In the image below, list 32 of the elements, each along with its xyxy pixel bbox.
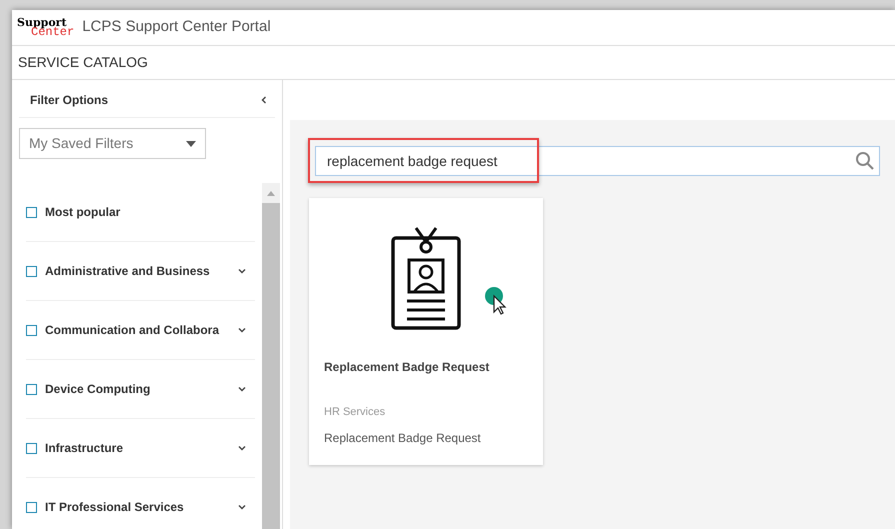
chevron-down-icon[interactable] <box>237 443 247 453</box>
category-filter[interactable]: Most popular <box>26 183 255 242</box>
scrollbar[interactable] <box>262 183 280 529</box>
checkbox[interactable] <box>26 384 37 394</box>
card-category: HR Services <box>324 405 386 420</box>
category-filter[interactable]: Device Computing <box>26 360 255 419</box>
category-filter[interactable]: Infrastructure <box>26 419 255 478</box>
chevron-down-icon[interactable] <box>237 384 247 394</box>
id-badge-icon <box>390 226 462 330</box>
category-filter[interactable]: Communication and Collabora <box>26 301 255 360</box>
category-filter[interactable]: Administrative and Business <box>26 242 255 301</box>
card-title: Replacement Badge Request <box>324 359 490 376</box>
chevron-left-icon[interactable] <box>259 94 269 104</box>
search-icon[interactable] <box>855 151 875 171</box>
filter-options-title: Filter Options <box>30 92 108 108</box>
saved-filters-dropdown[interactable]: My Saved Filters <box>19 128 206 159</box>
chevron-down-icon[interactable] <box>237 502 247 512</box>
chevron-down-icon[interactable] <box>237 325 247 335</box>
checkbox[interactable] <box>26 206 37 218</box>
logo: Support Center <box>17 17 74 38</box>
category-filter[interactable]: IT Professional Services <box>26 478 255 529</box>
search-field[interactable]: replacement badge request <box>315 146 880 176</box>
checkbox[interactable] <box>26 442 37 454</box>
chevron-down-icon[interactable] <box>237 266 247 276</box>
checkbox[interactable] <box>26 502 37 512</box>
card-description: Replacement Badge Request <box>324 430 482 446</box>
portal-title: LCPS Support Center Portal <box>82 17 271 38</box>
checkbox[interactable] <box>26 266 37 276</box>
checkbox[interactable] <box>26 324 37 336</box>
service-card[interactable]: Replacement Badge Request HR Services Replacement Badge Request <box>309 198 543 465</box>
dropdown-caret-icon <box>186 140 196 146</box>
page-title: SERVICE CATALOG <box>18 53 148 72</box>
